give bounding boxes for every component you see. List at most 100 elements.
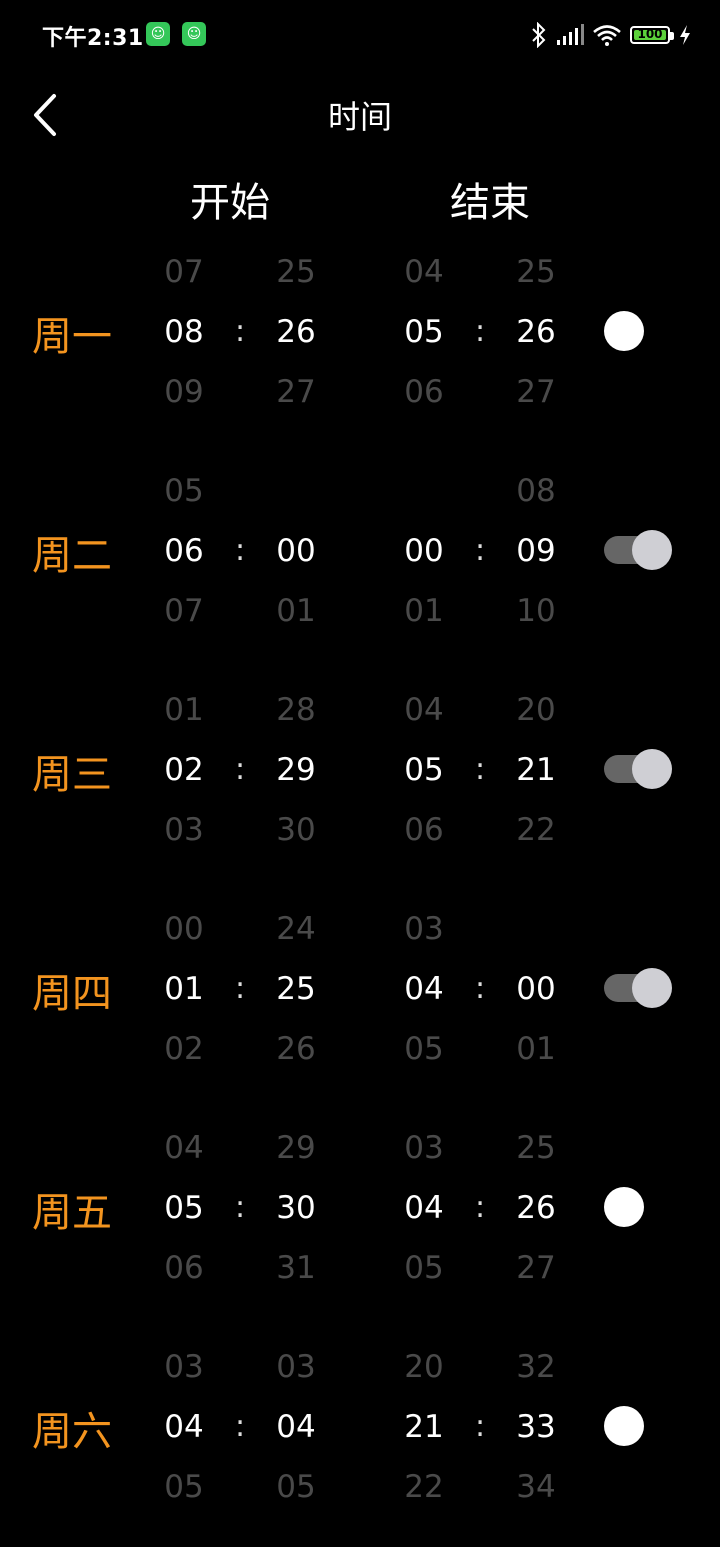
picker-selected-value: 00 xyxy=(516,971,556,1007)
picker-adjacent-value: 06 xyxy=(404,812,444,848)
picker-selected-value: 01 xyxy=(164,971,204,1007)
picker-adjacent-value: 01 xyxy=(164,692,204,728)
end-hour-picker[interactable]: 04 05 06 xyxy=(394,680,454,860)
picker-adjacent-value: 03 xyxy=(164,812,204,848)
status-icons: 100 xyxy=(530,20,692,50)
picker-adjacent-value: 24 xyxy=(276,911,316,947)
end-hour-picker[interactable]: 03 04 05 xyxy=(394,1118,454,1298)
end-minute-picker[interactable]: 32 33 34 xyxy=(506,1337,566,1517)
picker-adjacent-value xyxy=(394,461,454,521)
day-label: 周一 xyxy=(32,314,112,360)
day-label: 周六 xyxy=(32,1409,112,1455)
picker-selected-value: 29 xyxy=(276,752,316,788)
start-minute-picker[interactable]: 00 01 xyxy=(266,461,326,641)
picker-adjacent-value: 27 xyxy=(276,374,316,410)
picker-selected-value: 26 xyxy=(516,314,556,350)
picker-selected-value: 33 xyxy=(516,1409,556,1445)
picker-selected-value: 04 xyxy=(404,1190,444,1226)
picker-adjacent-value: 03 xyxy=(404,911,444,947)
end-column-header: 结束 xyxy=(450,180,530,226)
time-separator: : xyxy=(234,314,246,349)
picker-adjacent-value: 20 xyxy=(404,1349,444,1385)
picker-adjacent-value: 05 xyxy=(276,1469,316,1505)
day-enable-toggle[interactable] xyxy=(604,1187,644,1227)
app-notification-icon: ☺ xyxy=(146,22,170,46)
picker-adjacent-value: 03 xyxy=(164,1349,204,1385)
picker-selected-value: 02 xyxy=(164,752,204,788)
picker-adjacent-value: 06 xyxy=(404,374,444,410)
start-minute-picker[interactable]: 03 04 05 xyxy=(266,1337,326,1517)
picker-selected-value: 04 xyxy=(276,1409,316,1445)
end-hour-picker[interactable]: 20 21 22 xyxy=(394,1337,454,1517)
picker-adjacent-value: 08 xyxy=(516,473,556,509)
picker-adjacent-value: 04 xyxy=(404,692,444,728)
toggle-knob xyxy=(632,530,672,570)
start-minute-picker[interactable]: 24 25 26 xyxy=(266,899,326,1079)
picker-adjacent-value: 34 xyxy=(516,1469,556,1505)
picker-adjacent-value: 28 xyxy=(276,692,316,728)
start-hour-picker[interactable]: 04 05 06 xyxy=(154,1118,214,1298)
picker-adjacent-value: 05 xyxy=(404,1031,444,1067)
picker-adjacent-value: 32 xyxy=(516,1349,556,1385)
toggle-knob xyxy=(632,749,672,789)
picker-selected-value: 05 xyxy=(404,314,444,350)
picker-adjacent-value: 25 xyxy=(516,1130,556,1166)
day-enable-toggle[interactable] xyxy=(604,749,672,789)
start-hour-picker[interactable]: 03 04 05 xyxy=(154,1337,214,1517)
picker-adjacent-value: 27 xyxy=(516,1250,556,1286)
picker-selected-value: 04 xyxy=(404,971,444,1007)
picker-selected-value: 05 xyxy=(404,752,444,788)
end-minute-picker[interactable]: 25 26 27 xyxy=(506,1118,566,1298)
day-enable-toggle[interactable] xyxy=(604,968,672,1008)
picker-selected-value: 05 xyxy=(164,1190,204,1226)
start-hour-picker[interactable]: 01 02 03 xyxy=(154,680,214,860)
header: 时间 xyxy=(0,80,720,144)
picker-adjacent-value: 25 xyxy=(516,254,556,290)
end-hour-picker[interactable]: 03 04 05 xyxy=(394,899,454,1079)
bluetooth-icon xyxy=(532,22,546,48)
day-row: 周五 04 05 06 29 30 31 03 04 05 25 26 27:: xyxy=(0,1118,720,1328)
picker-adjacent-value: 22 xyxy=(404,1469,444,1505)
start-hour-picker[interactable]: 00 01 02 xyxy=(154,899,214,1079)
day-label: 周五 xyxy=(32,1190,112,1236)
day-enable-toggle[interactable] xyxy=(604,1406,644,1446)
start-hour-picker[interactable]: 07 08 09 xyxy=(154,242,214,422)
picker-selected-value: 09 xyxy=(516,533,556,569)
picker-selected-value: 30 xyxy=(276,1190,316,1226)
day-enable-toggle[interactable] xyxy=(604,311,644,351)
time-separator: : xyxy=(234,1409,246,1444)
picker-selected-value: 00 xyxy=(404,533,444,569)
picker-adjacent-value: 02 xyxy=(164,1031,204,1067)
time-separator: : xyxy=(474,971,486,1006)
end-hour-picker[interactable]: 04 05 06 xyxy=(394,242,454,422)
start-column-header: 开始 xyxy=(190,180,270,226)
picker-adjacent-value: 10 xyxy=(516,593,556,629)
start-hour-picker[interactable]: 05 06 07 xyxy=(154,461,214,641)
picker-adjacent-value: 07 xyxy=(164,593,204,629)
start-minute-picker[interactable]: 28 29 30 xyxy=(266,680,326,860)
picker-adjacent-value: 05 xyxy=(164,473,204,509)
picker-adjacent-value: 01 xyxy=(516,1031,556,1067)
start-minute-picker[interactable]: 25 26 27 xyxy=(266,242,326,422)
app-notification-icon: ☺ xyxy=(182,22,206,46)
end-minute-picker[interactable]: 00 01 xyxy=(506,899,566,1079)
picker-adjacent-value: 26 xyxy=(276,1031,316,1067)
picker-selected-value: 08 xyxy=(164,314,204,350)
picker-adjacent-value: 03 xyxy=(276,1349,316,1385)
status-bar: 下午2:31 ☺ ☺ 100 xyxy=(0,0,720,70)
picker-selected-value: 04 xyxy=(164,1409,204,1445)
end-minute-picker[interactable]: 08 09 10 xyxy=(506,461,566,641)
picker-adjacent-value: 30 xyxy=(276,812,316,848)
end-hour-picker[interactable]: 00 01 xyxy=(394,461,454,641)
start-minute-picker[interactable]: 29 30 31 xyxy=(266,1118,326,1298)
day-row: 周三 01 02 03 28 29 30 04 05 06 20 21 22:: xyxy=(0,680,720,890)
end-minute-picker[interactable]: 25 26 27 xyxy=(506,242,566,422)
end-minute-picker[interactable]: 20 21 22 xyxy=(506,680,566,860)
picker-adjacent-value: 07 xyxy=(164,254,204,290)
battery-level: 100 xyxy=(637,27,663,41)
time-separator: : xyxy=(234,533,246,568)
picker-adjacent-value: 00 xyxy=(164,911,204,947)
picker-adjacent-value: 01 xyxy=(276,593,316,629)
day-enable-toggle[interactable] xyxy=(604,530,672,570)
toggle-knob xyxy=(632,968,672,1008)
